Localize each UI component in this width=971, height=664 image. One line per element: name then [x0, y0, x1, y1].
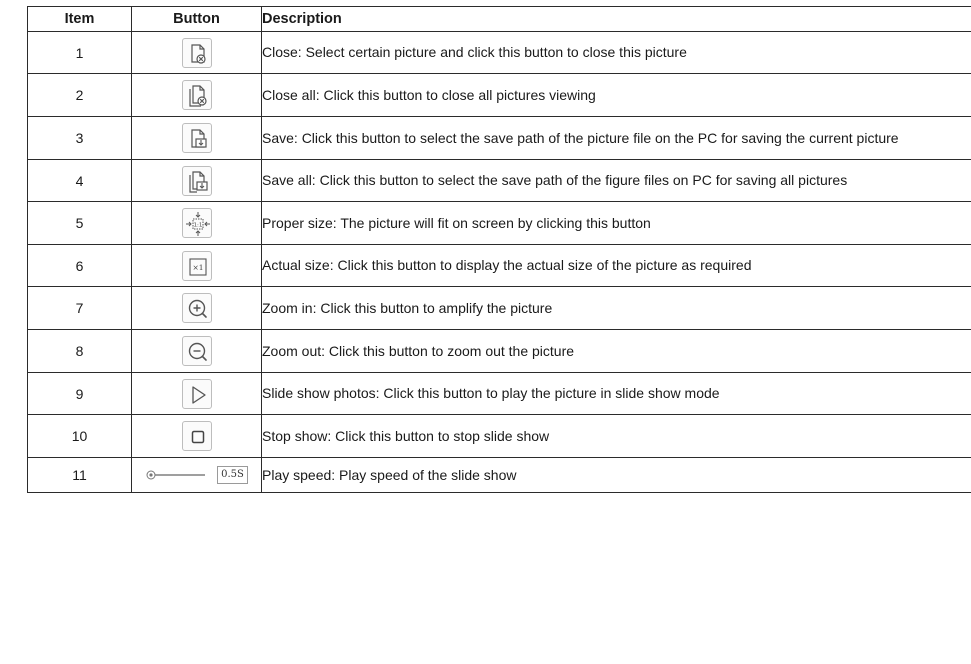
description-text: Stop show: Click this button to stop sli…: [261, 414, 971, 458]
stop-slideshow-icon: [191, 430, 204, 444]
zoom-in-button[interactable]: [181, 293, 212, 323]
item-number: 1: [27, 31, 132, 74]
button-description-table: Item Button Description 1 Close: Select …: [27, 6, 971, 493]
table-row: 7 Zoom in: Click this button to amplify …: [27, 286, 971, 330]
close-all-pictures-button[interactable]: [181, 80, 212, 110]
play-slideshow-button[interactable]: [181, 378, 212, 409]
table-row: 8 Zoom out: Click this button to zoom ou…: [27, 329, 971, 373]
item-number: 7: [27, 286, 132, 330]
table-row: 5 1:1 Proper size: The picture will fit …: [27, 201, 971, 245]
item-number: 11: [27, 457, 132, 493]
description-text: Save: Click this button to select the sa…: [261, 116, 971, 160]
table-row: 3 Save: Click this button to select the …: [27, 116, 971, 160]
table-header-row: Item Button Description: [27, 6, 971, 32]
description-text: Save all: Click this button to select th…: [261, 159, 971, 202]
actual-size-icon: ×1: [188, 257, 207, 276]
description-text: Close: Select certain picture and click …: [261, 31, 971, 74]
table-row: 4 Save all: Click this button to select …: [27, 159, 971, 202]
item-number: 6: [27, 244, 132, 287]
stop-slideshow-button[interactable]: [181, 421, 212, 451]
description-text: Close all: Click this button to close al…: [261, 73, 971, 117]
proper-size-button[interactable]: 1:1: [181, 208, 212, 238]
table-row: 6 ×1 Actual size: Click this button to d…: [27, 244, 971, 287]
description-text: Play speed: Play speed of the slide show: [261, 457, 971, 493]
item-number: 4: [27, 159, 132, 202]
zoom-out-button[interactable]: [181, 336, 212, 366]
description-text: Zoom in: Click this button to amplify th…: [261, 286, 971, 330]
close-picture-button[interactable]: [181, 37, 212, 68]
header-button: Button: [131, 6, 262, 32]
item-number: 8: [27, 329, 132, 373]
table-row: 2 Close all: Click this button to close …: [27, 73, 971, 117]
zoom-in-icon: [188, 299, 207, 318]
header-description: Description: [261, 6, 971, 32]
table-row: 1 Close: Select certain picture and clic…: [27, 31, 971, 74]
table-row: 10 Stop show: Click this button to stop …: [27, 414, 971, 458]
description-text: Slide show photos: Click this button to …: [261, 372, 971, 415]
play-speed-control: 0.5S: [145, 466, 248, 485]
save-all-pictures-icon: [188, 170, 208, 193]
table-row: 9 Slide show photos: Click this button t…: [27, 372, 971, 415]
save-picture-icon: [190, 129, 207, 148]
actual-size-button[interactable]: ×1: [181, 250, 212, 281]
item-number: 3: [27, 116, 132, 160]
description-text: Proper size: The picture will fit on scr…: [261, 201, 971, 245]
play-slideshow-icon: [191, 385, 206, 404]
item-number: 5: [27, 201, 132, 245]
proper-size-icon: 1:1: [185, 212, 210, 236]
save-picture-button[interactable]: [181, 123, 212, 153]
svg-text:1:1: 1:1: [193, 223, 202, 229]
save-all-pictures-button[interactable]: [181, 165, 212, 196]
description-text: Zoom out: Click this button to zoom out …: [261, 329, 971, 373]
close-picture-icon: [190, 43, 206, 64]
close-all-pictures-icon: [188, 85, 207, 107]
play-speed-value[interactable]: 0.5S: [217, 466, 248, 485]
table-row: 11 0.5S Play speed: Play speed of the sl…: [27, 457, 971, 493]
item-number: 10: [27, 414, 132, 458]
play-speed-slider-icon[interactable]: [145, 468, 209, 482]
description-text: Actual size: Click this button to displa…: [261, 244, 971, 287]
zoom-out-icon: [188, 342, 207, 361]
item-number: 9: [27, 372, 132, 415]
header-item: Item: [27, 6, 132, 32]
svg-text:×1: ×1: [192, 263, 203, 272]
item-number: 2: [27, 73, 132, 117]
